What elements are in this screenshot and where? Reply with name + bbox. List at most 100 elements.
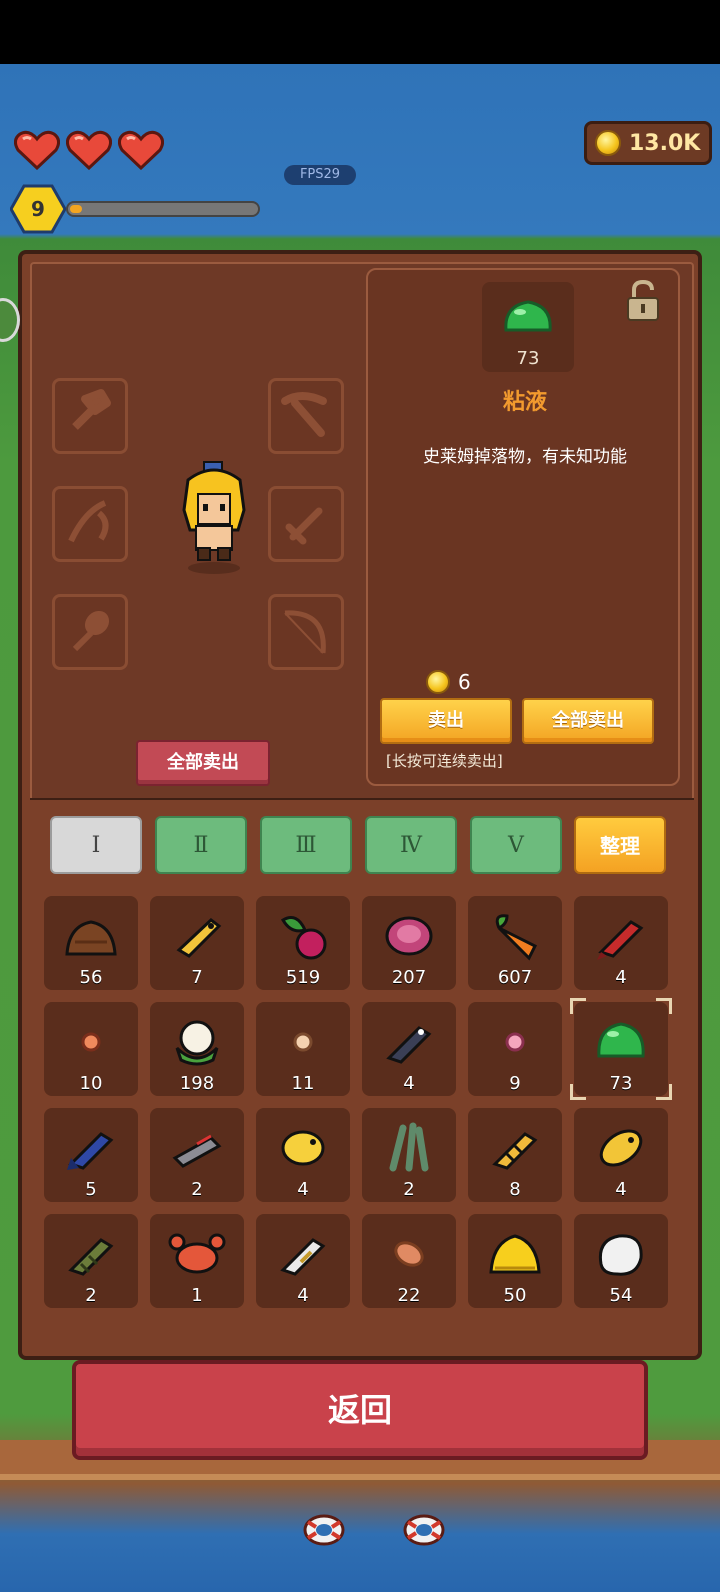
- inventory-slot-count: 2: [191, 1179, 203, 1200]
- inventory-slot[interactable]: 22: [362, 1214, 456, 1308]
- inventory-slot[interactable]: 4: [256, 1214, 350, 1308]
- heart-icon: [13, 130, 61, 171]
- sell-button[interactable]: 卖出: [380, 698, 512, 744]
- pickaxe-slot[interactable]: [268, 378, 344, 454]
- shovel-slot-icon: [72, 610, 110, 652]
- inventory-slot-count: 4: [615, 967, 627, 988]
- life-ring-icon: [403, 1514, 445, 1546]
- inventory-slot-count: 519: [285, 967, 321, 988]
- small-orange-seed-icon: [81, 1032, 101, 1052]
- slime-icon: [597, 1022, 645, 1058]
- inventory-slot-count: 4: [403, 1073, 415, 1094]
- sword-slot-icon: [285, 507, 323, 545]
- dark-fish-icon: [386, 1026, 432, 1064]
- bow-slot[interactable]: [268, 594, 344, 670]
- player-character: [182, 461, 246, 574]
- inventory-slot-count: 207: [391, 967, 427, 988]
- selected-item-name: 粘液: [502, 390, 547, 415]
- back-button[interactable]: 返回: [72, 1360, 648, 1460]
- inventory-slot-count: 4: [297, 1285, 309, 1306]
- long-press-hint: [长按可连续卖出]: [386, 752, 503, 770]
- inventory-slot[interactable]: 2: [44, 1214, 138, 1308]
- inventory-slot-count: 11: [291, 1073, 315, 1094]
- blue-fish-icon: [67, 1132, 114, 1170]
- unlock-icon[interactable]: [624, 280, 662, 322]
- pink-gem-icon: [385, 916, 433, 956]
- tab-page-2[interactable]: Ⅱ: [155, 816, 247, 874]
- white-fish-icon: [280, 1238, 326, 1276]
- shovel-slot[interactable]: [52, 594, 128, 670]
- inventory-slot[interactable]: 2: [150, 1108, 244, 1202]
- inventory-slot[interactable]: 50: [468, 1214, 562, 1308]
- fps-label: FPS29: [284, 165, 356, 185]
- axe-slot-icon: [72, 389, 111, 430]
- selected-item-count: 73: [516, 348, 540, 369]
- inventory-panel: 全部卖出 73 粘液 史莱姆掉落物，有未知功能 6 卖出 全部卖出 [长按可连续…: [0, 250, 702, 1360]
- golden-fish-icon: [176, 918, 222, 958]
- inventory-slot[interactable]: 9: [468, 1002, 562, 1096]
- inventory-slot-count: 22: [397, 1285, 421, 1306]
- inventory-area: Ⅰ Ⅱ Ⅲ Ⅳ Ⅴ 整理 56 7 519 207 607 4 10 198 11 4 9 73 5 2 4…: [30, 798, 694, 1334]
- bean-icon: [394, 1241, 424, 1267]
- selection-corner: [656, 1084, 672, 1100]
- sword-slot[interactable]: [268, 486, 344, 562]
- striped-fish-icon: [492, 1132, 538, 1170]
- fishing-rod-slot[interactable]: [52, 486, 128, 562]
- sell-all-button[interactable]: 全部卖出: [522, 698, 654, 744]
- inventory-slot[interactable]: 8: [468, 1108, 562, 1202]
- inventory-slot[interactable]: 198: [150, 1002, 244, 1096]
- status-bar: [0, 0, 720, 64]
- dirt-pile-icon: [65, 920, 117, 956]
- inventory-slot-count: 5: [85, 1179, 97, 1200]
- inventory-slot-count: 10: [79, 1073, 103, 1094]
- inventory-slot-count: 2: [85, 1285, 97, 1306]
- inventory-slot[interactable]: 2: [362, 1108, 456, 1202]
- tab-page-5[interactable]: Ⅴ: [470, 816, 562, 874]
- beet-icon: [280, 916, 327, 960]
- selection-corner: [570, 1084, 586, 1100]
- gold-pile-icon: [489, 1234, 541, 1274]
- sort-button[interactable]: 整理: [574, 816, 666, 874]
- pickaxe-slot-icon: [281, 392, 327, 437]
- tab-page-3[interactable]: Ⅲ: [260, 816, 352, 874]
- inventory-slot-count: 8: [509, 1179, 521, 1200]
- inventory-slot[interactable]: 4: [574, 896, 668, 990]
- inventory-slot[interactable]: 73: [570, 998, 672, 1100]
- axe-slot[interactable]: [52, 378, 128, 454]
- inventory-slot-count: 198: [179, 1073, 215, 1094]
- tab-page-1[interactable]: Ⅰ: [50, 816, 142, 874]
- tab-page-4[interactable]: Ⅳ: [365, 816, 457, 874]
- carrot-icon: [495, 914, 538, 961]
- inventory-slot-count: 54: [609, 1285, 633, 1306]
- inventory-slot[interactable]: 4: [574, 1108, 668, 1202]
- inventory-slot[interactable]: 207: [362, 896, 456, 990]
- fishing-rod-slot-icon: [68, 500, 109, 543]
- yellow-puffer-fish-icon: [281, 1130, 325, 1166]
- gold-fish-icon: [599, 1129, 643, 1167]
- inventory-slot-count: 2: [403, 1179, 415, 1200]
- inventory-slot[interactable]: 56: [44, 896, 138, 990]
- xp-fill: [70, 205, 82, 213]
- inventory-slot[interactable]: 5: [44, 1108, 138, 1202]
- inventory-slot[interactable]: 4: [256, 1108, 350, 1202]
- bow-slot-icon: [284, 610, 326, 654]
- inventory-slot[interactable]: 4: [362, 1002, 456, 1096]
- coin-counter: 13.0K: [584, 121, 712, 165]
- inventory-slot[interactable]: 54: [574, 1214, 668, 1308]
- inventory-slot-count: 607: [497, 967, 533, 988]
- gray-fish-icon: [172, 1134, 222, 1168]
- inventory-slot[interactable]: 519: [256, 896, 350, 990]
- inventory-slot-count: 56: [79, 967, 103, 988]
- inventory-slot[interactable]: 7: [150, 896, 244, 990]
- inventory-slot[interactable]: 11: [256, 1002, 350, 1096]
- inventory-slot[interactable]: 607: [468, 896, 562, 990]
- inventory-slot-count: 4: [297, 1179, 309, 1200]
- item-detail-panel: 73 粘液 史莱姆掉落物，有未知功能 6 卖出 全部卖出 [长按可连续卖出]: [366, 268, 680, 786]
- selected-item-description: 史莱姆掉落物，有未知功能: [423, 447, 627, 467]
- inventory-slot-count: 7: [191, 967, 203, 988]
- inventory-slot[interactable]: 10: [44, 1002, 138, 1096]
- green-fish-icon: [68, 1238, 114, 1276]
- inventory-slot[interactable]: 1: [150, 1214, 244, 1308]
- cauliflower-icon: [175, 1020, 219, 1066]
- sell-all-button-left[interactable]: 全部卖出: [136, 740, 270, 786]
